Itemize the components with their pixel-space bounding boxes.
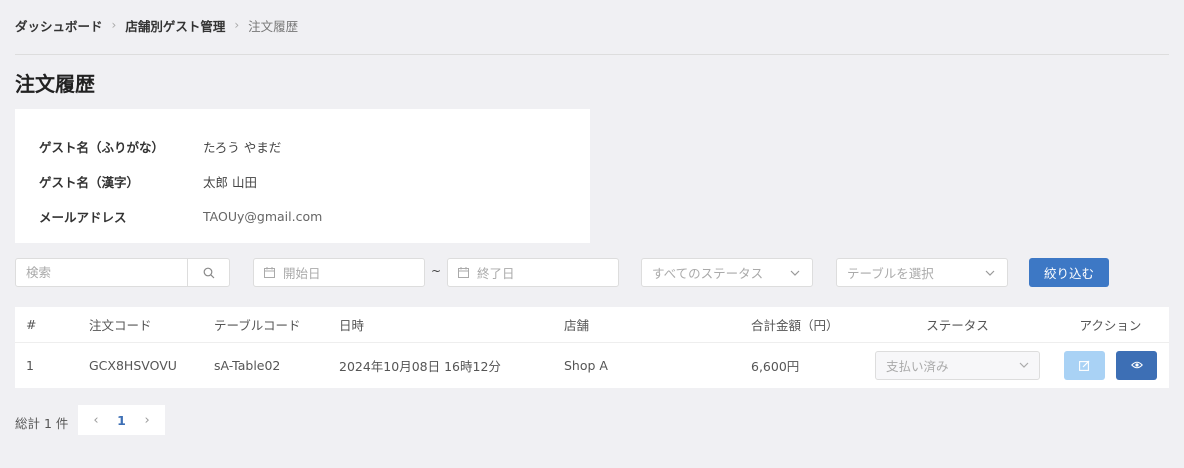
start-date-placeholder: 開始日 xyxy=(283,266,321,281)
guest-kanji-value: 太郎 山田 xyxy=(203,175,257,190)
header-total: 合計金額（円） xyxy=(751,318,839,333)
header-store: 店舗 xyxy=(564,318,590,333)
header-order-code: 注文コード xyxy=(89,318,152,333)
end-date-placeholder: 終了日 xyxy=(477,266,515,281)
page-number-current[interactable]: 1 xyxy=(117,413,126,428)
total-count: 総計 1 件 xyxy=(15,416,69,431)
breadcrumb-separator: › xyxy=(111,18,117,32)
table-filter-select[interactable]: テーブルを選択 xyxy=(836,258,1008,287)
row-order-code: GCX8HSVOVU xyxy=(89,357,177,373)
row-datetime: 2024年10月08日 16時12分 xyxy=(339,358,501,374)
prev-page-button[interactable]: ‹ xyxy=(93,413,98,428)
status-filter-select[interactable]: すべてのステータス xyxy=(641,258,813,287)
orders-table: # 注文コード テーブルコード 日時 店舗 合計金額（円） ステータス アクショ… xyxy=(15,307,1169,388)
filter-bar: 開始日 ~ 終了日 すべてのステータス テーブルを選択 絞り込む xyxy=(15,258,1169,287)
breadcrumb-store-guest-management[interactable]: 店舗別ゲスト管理 xyxy=(125,16,225,35)
guest-kana-value: たろう やまだ xyxy=(203,140,282,155)
guest-kanji-label: ゲスト名（漢字） xyxy=(39,175,140,190)
breadcrumb-dashboard[interactable]: ダッシュボード xyxy=(15,16,103,35)
guest-email-row: メールアドレス TAOUy@gmail.com xyxy=(15,199,590,234)
table-header: # 注文コード テーブルコード 日時 店舗 合計金額（円） ステータス アクショ… xyxy=(15,307,1169,343)
search-icon xyxy=(203,267,214,278)
page-title: 注文履歴 xyxy=(15,72,95,96)
row-actions xyxy=(1064,343,1157,387)
row-status-select[interactable]: 支払い済み xyxy=(875,350,1040,380)
row-index: 1 xyxy=(26,357,34,373)
edit-button[interactable] xyxy=(1064,350,1105,380)
next-page-button[interactable]: › xyxy=(144,413,149,428)
guest-email-value: TAOUy@gmail.com xyxy=(203,209,323,224)
header-divider xyxy=(15,54,1169,55)
table-filter-placeholder: テーブルを選択 xyxy=(847,266,934,281)
header-index: # xyxy=(26,317,37,332)
header-status: ステータス xyxy=(926,318,989,333)
breadcrumb: ダッシュボード › 店舗別ゲスト管理 › 注文履歴 xyxy=(15,16,298,34)
status-filter-placeholder: すべてのステータス xyxy=(652,266,764,281)
header-table-code: テーブルコード xyxy=(214,318,301,333)
guest-kana-row: ゲスト名（ふりがな） たろう やまだ xyxy=(15,129,590,164)
search-button[interactable] xyxy=(187,259,229,286)
start-date-picker[interactable]: 開始日 xyxy=(253,258,425,287)
end-date-picker[interactable]: 終了日 xyxy=(447,258,619,287)
guest-kanji-row: ゲスト名（漢字） 太郎 山田 xyxy=(15,164,590,199)
pagination: ‹ 1 › xyxy=(78,405,165,435)
view-button[interactable] xyxy=(1116,350,1157,380)
row-table-code: sA-Table02 xyxy=(214,357,281,373)
date-range-separator: ~ xyxy=(431,264,442,278)
chevron-down-icon xyxy=(1019,362,1029,368)
calendar-icon xyxy=(264,267,275,278)
guest-info-card: ゲスト名（ふりがな） たろう やまだ ゲスト名（漢字） 太郎 山田 メールアドレ… xyxy=(15,109,590,243)
row-status-cell: 支払い済み xyxy=(875,343,1040,387)
chevron-down-icon xyxy=(790,270,800,276)
edit-icon xyxy=(1079,360,1090,371)
guest-email-label: メールアドレス xyxy=(39,210,127,225)
filter-button[interactable]: 絞り込む xyxy=(1029,258,1109,287)
row-total: 6,600円 xyxy=(751,358,800,374)
header-action: アクション xyxy=(1079,318,1142,333)
breadcrumb-order-history: 注文履歴 xyxy=(248,18,299,34)
eye-icon xyxy=(1130,361,1143,369)
row-store: Shop A xyxy=(564,357,608,373)
chevron-down-icon xyxy=(985,270,995,276)
search-box xyxy=(15,258,230,287)
table-row: 1 GCX8HSVOVU sA-Table02 2024年10月08日 16時1… xyxy=(15,343,1169,387)
row-status-value: 支払い済み xyxy=(886,358,949,374)
search-input[interactable] xyxy=(16,259,187,286)
breadcrumb-separator: › xyxy=(234,18,240,32)
guest-kana-label: ゲスト名（ふりがな） xyxy=(39,140,165,155)
header-datetime: 日時 xyxy=(339,318,365,333)
calendar-icon xyxy=(458,267,469,278)
